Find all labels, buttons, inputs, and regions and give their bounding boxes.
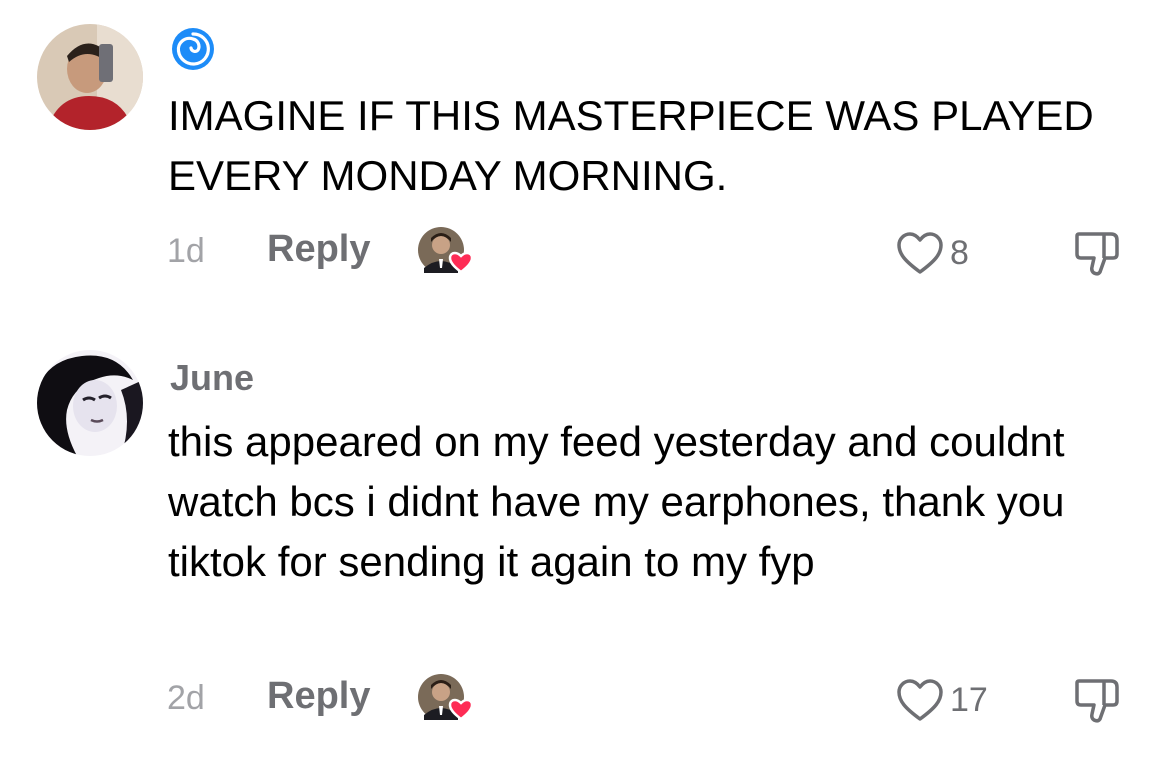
thumbs-down-icon[interactable] [1073, 228, 1123, 278]
creator-liked-avatar-icon [418, 227, 474, 274]
reply-button[interactable]: Reply [267, 228, 370, 271]
reply-button[interactable]: Reply [267, 675, 370, 718]
heart-icon[interactable] [895, 677, 945, 723]
comment-text: IMAGINE IF THIS MASTERPIECE WAS PLAYED E… [168, 92, 1094, 199]
creator-liked-avatar-icon [418, 674, 474, 721]
thumbs-down-icon[interactable] [1073, 675, 1123, 725]
like-count: 8 [950, 234, 969, 272]
comment-username[interactable]: June [170, 357, 254, 399]
comment-2: June this appeared on my feed yesterday … [0, 330, 1170, 769]
commenter-avatar[interactable] [37, 24, 143, 130]
comment-age: 1d [167, 232, 205, 270]
cyclone-emoji-icon [172, 28, 214, 70]
heart-icon[interactable] [895, 230, 945, 276]
commenter-avatar[interactable] [37, 350, 143, 456]
comment-age: 2d [167, 679, 205, 717]
comment-actions: 2d Reply 17 [0, 673, 1170, 733]
comment-text: this appeared on my feed yesterday and c… [168, 418, 1065, 585]
comment-actions: 1d Reply 8 [0, 226, 1170, 286]
comment-1: IMAGINE IF THIS MASTERPIECE WAS PLAYED E… [0, 0, 1170, 330]
like-count: 17 [950, 681, 988, 719]
